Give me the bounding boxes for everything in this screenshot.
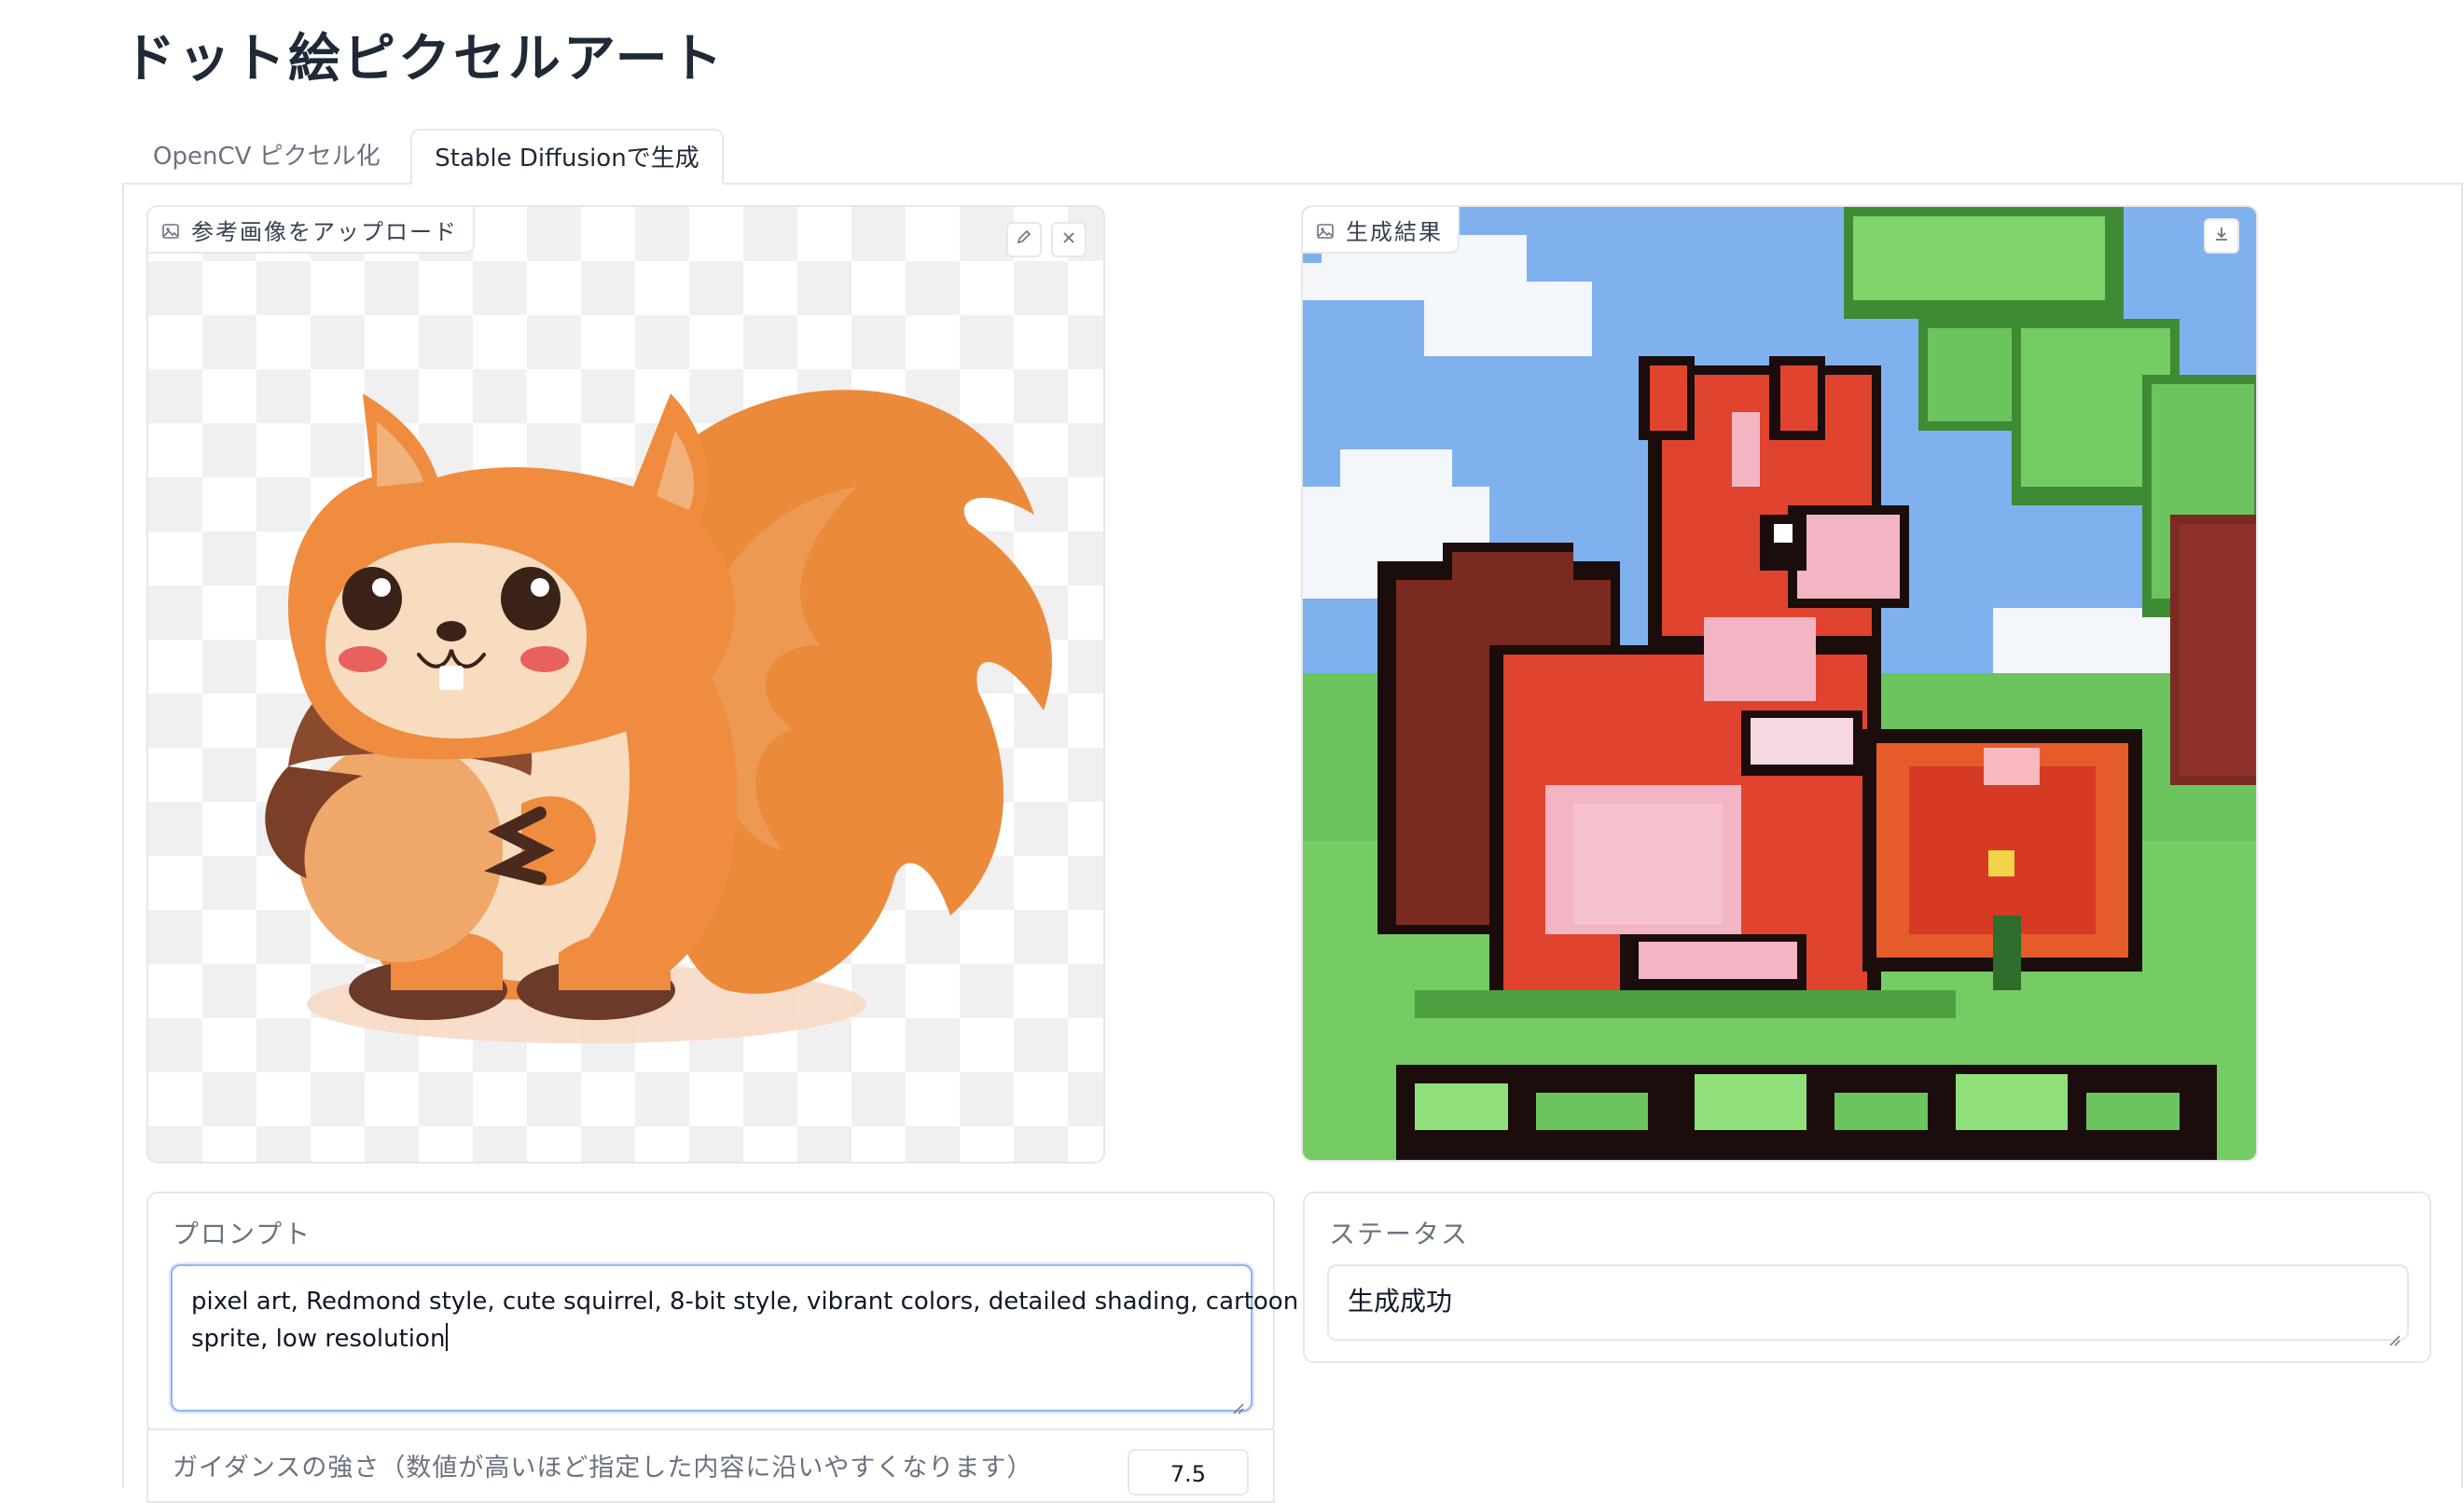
reference-image-label-chip: 参考画像をアップロード <box>148 207 475 254</box>
guidance-number-input[interactable]: 7.5 <box>1128 1449 1249 1496</box>
close-icon <box>1060 228 1077 252</box>
pencil-icon <box>1015 228 1033 252</box>
prompt-label: プロンプト <box>173 1219 312 1249</box>
squirrel-illustration <box>265 390 1052 1043</box>
result-image-box[interactable]: 生成結果 <box>1301 205 2258 1162</box>
clear-image-button[interactable] <box>1051 222 1087 257</box>
pixel-art-squirrel-result <box>1303 207 2256 1160</box>
prompt-textarea[interactable]: pixel art, Redmond style, cute squirrel,… <box>171 1264 1299 1414</box>
resize-grip-icon[interactable] <box>2387 1318 2402 1346</box>
tab-opencv-pixelate[interactable]: OpenCV ピクセル化 <box>123 129 410 185</box>
prompt-block: プロンプト pixel art, Redmond style, cute squ… <box>146 1192 1299 1434</box>
image-icon <box>161 220 180 239</box>
download-image-button[interactable] <box>2204 218 2239 254</box>
page-title: ドット絵ピクセルアート <box>123 29 726 90</box>
tab-stable-diffusion[interactable]: Stable Diffusionで生成 <box>410 129 724 185</box>
reference-image-label: 参考画像をアップロード <box>191 218 458 245</box>
status-textarea[interactable]: 生成成功 <box>1327 1264 2409 1346</box>
download-icon <box>2213 225 2230 248</box>
resize-grip-icon[interactable] <box>1230 1389 1245 1414</box>
result-image-label: 生成結果 <box>1346 218 1443 245</box>
prompt-line-2: sprite, low resolution <box>191 1325 446 1353</box>
status-block: ステータス 生成成功 <box>1303 1192 2431 1363</box>
guidance-label: ガイダンスの強さ（数値が高いほど指定した内容に沿いやすくなります） <box>173 1454 1033 1482</box>
reference-image-box[interactable]: 参考画像をアップロード <box>146 205 1105 1164</box>
status-value: 生成成功 <box>1348 1286 1453 1317</box>
status-label: ステータス <box>1329 1219 1470 1249</box>
prompt-line-1: pixel art, Redmond style, cute squirrel,… <box>191 1288 1299 1316</box>
result-image-label-chip: 生成結果 <box>1303 207 1460 254</box>
edit-image-button[interactable] <box>1006 222 1042 257</box>
image-icon <box>1316 220 1335 239</box>
guidance-block: ガイダンスの強さ（数値が高いほど指定した内容に沿いやすくなります） 7.5 <box>146 1428 1275 1503</box>
text-caret <box>446 1323 449 1351</box>
